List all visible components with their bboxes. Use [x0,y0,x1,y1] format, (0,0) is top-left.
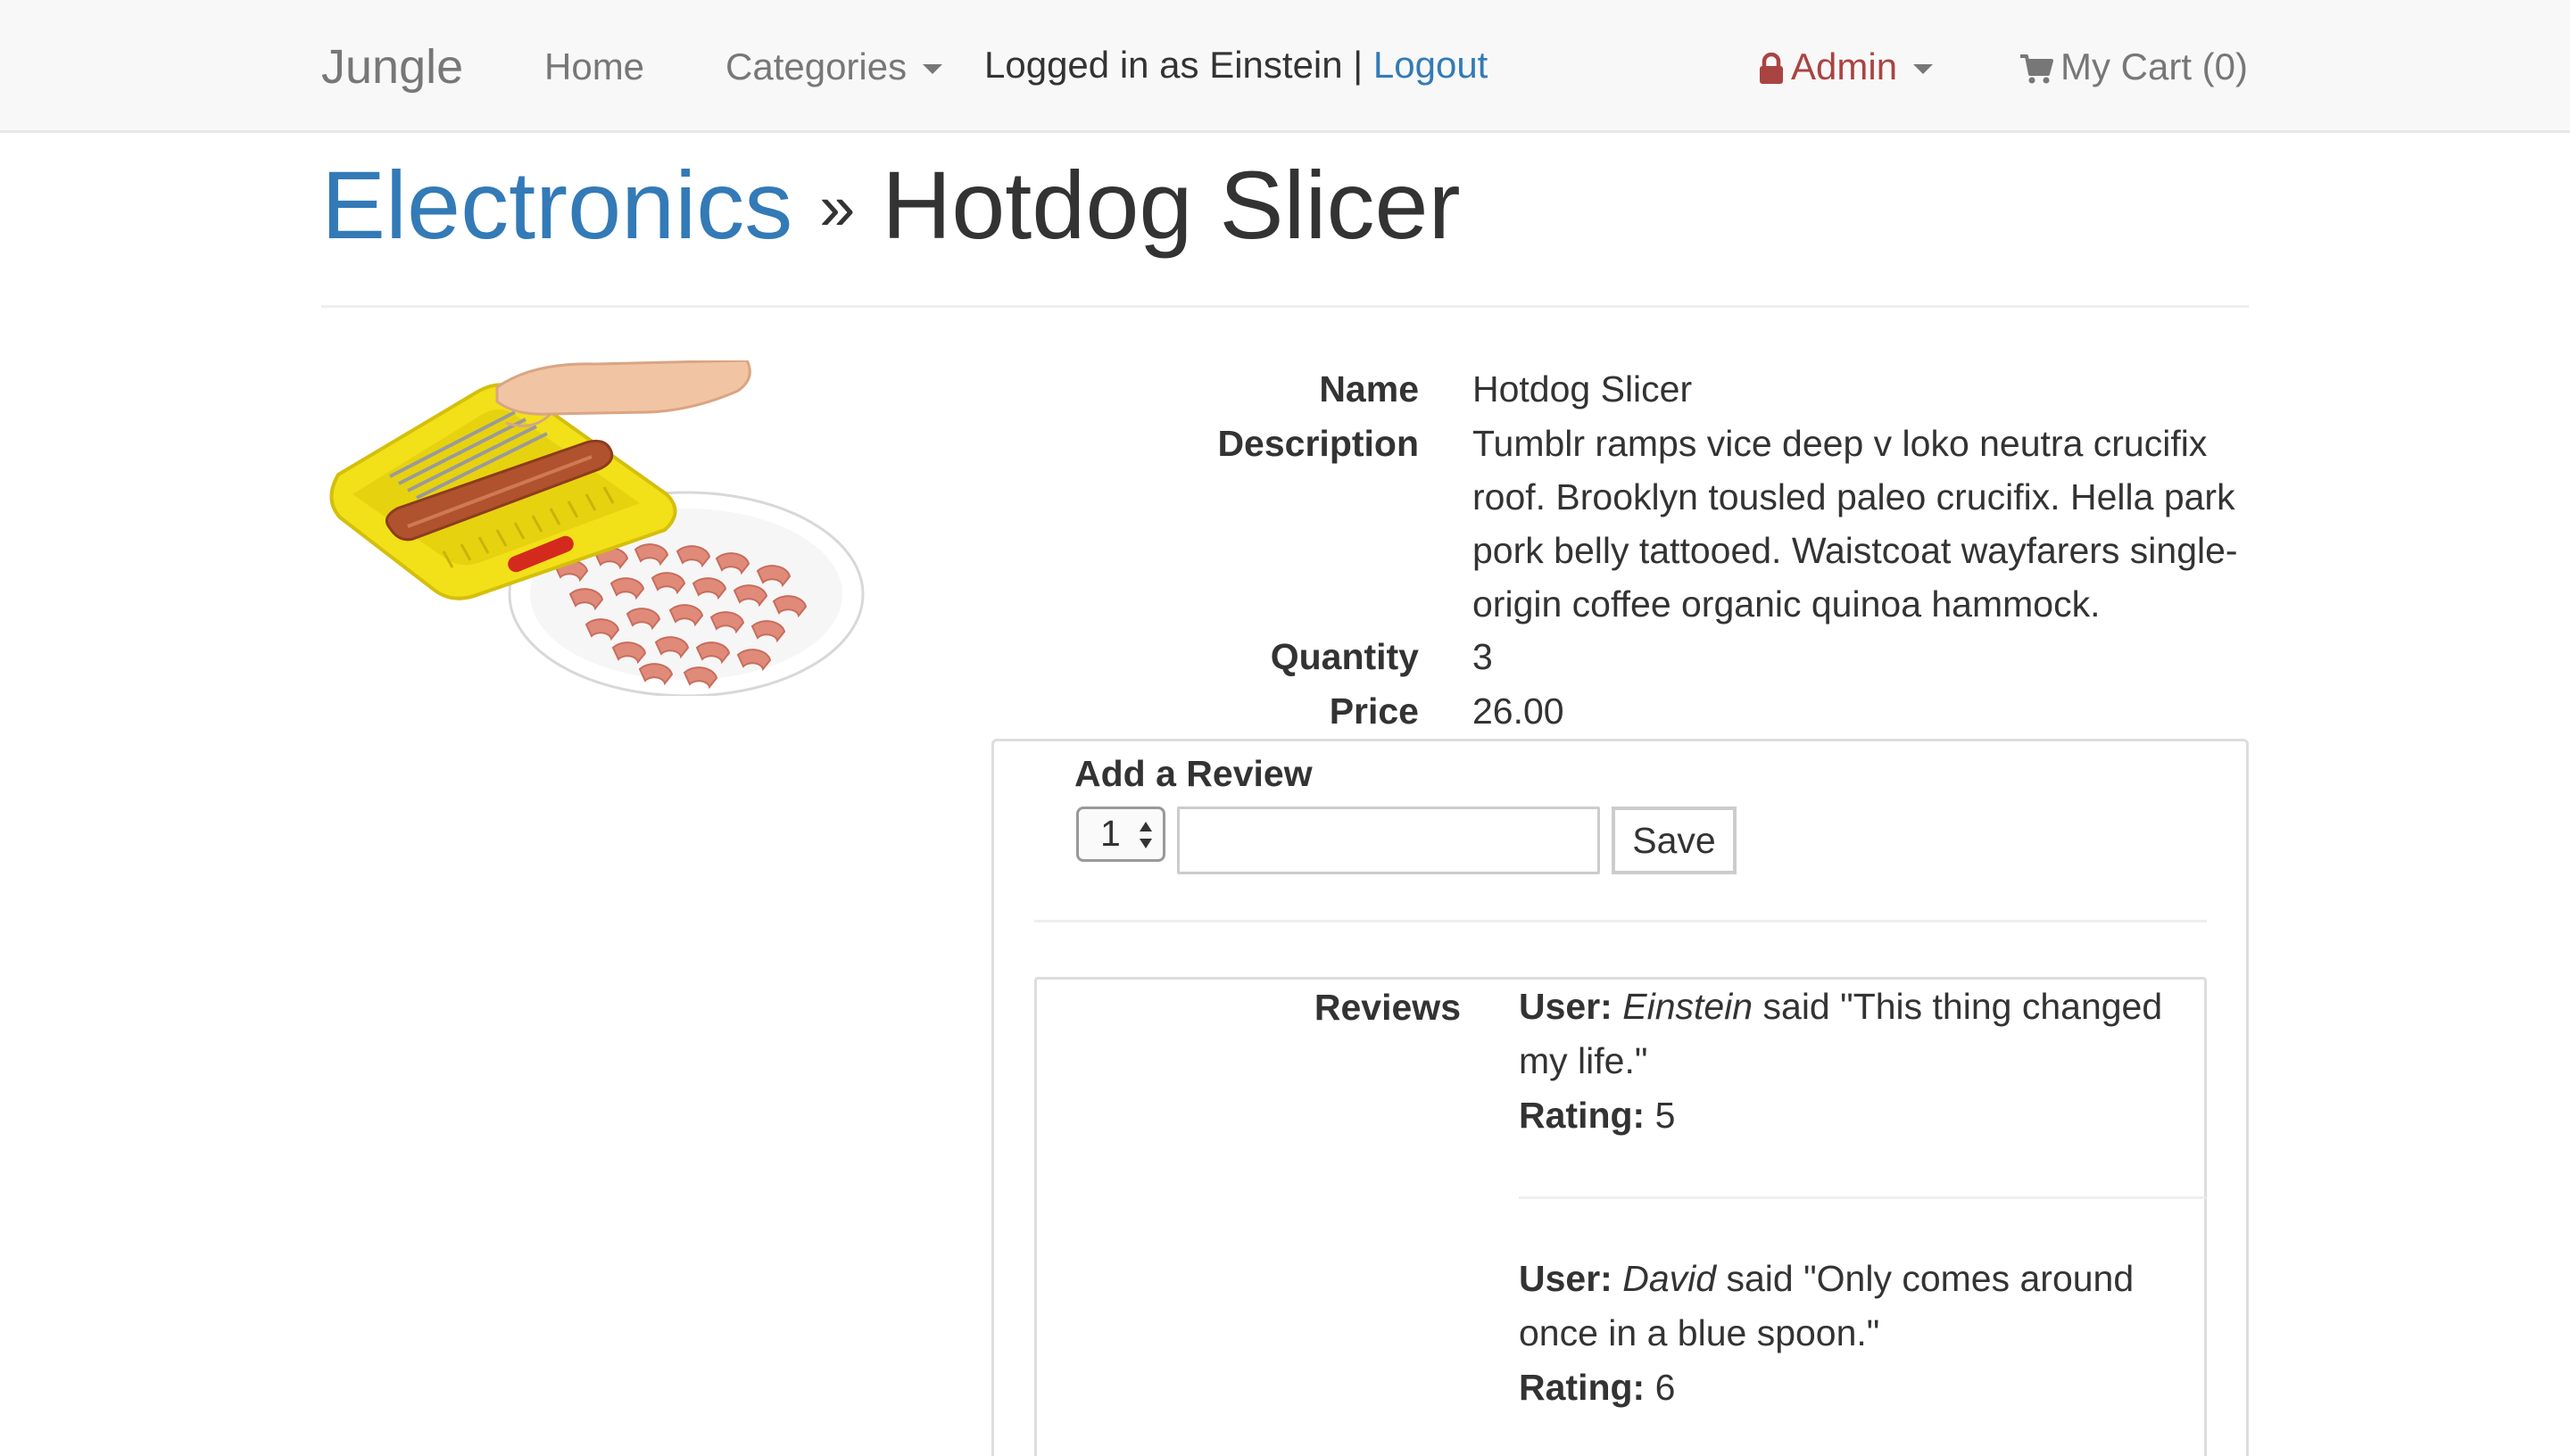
logged-in-text: Logged in as Einstein | [984,44,1364,86]
lock-icon [1760,53,1783,84]
review-said: said [1762,986,1830,1027]
divider [1034,920,2207,922]
review-user-prefix: User: [1519,1258,1612,1299]
navbar: Jungle Home Categories Logged in as Eins… [0,0,2570,133]
chevron-down-icon [1913,64,1934,75]
page-title: Electronics » Hotdog Slicer [321,147,2249,266]
product-description-value: Tumblr ramps vice deep v loko neutra cru… [1472,423,2238,625]
product-name-label: Name [1319,368,1419,410]
product-quantity-value: 3 [1472,636,1493,677]
product-price-label: Price [1329,691,1419,732]
rating-select[interactable]: 1 [1076,807,1165,862]
chevron-down-icon [923,64,943,75]
review-text-input[interactable] [1177,807,1600,874]
reviews-list: Reviews User: Einstein said "This thing … [1034,977,2207,1456]
product-price-value: 26.00 [1472,691,1564,732]
product-description-label: Description [1217,423,1419,464]
nav-admin-label: Admin [1791,46,1898,87]
review-rating: 5 [1654,1095,1676,1136]
select-arrows-icon [1140,822,1152,848]
nav-admin-dropdown[interactable]: Admin [1759,45,1934,89]
brand-link[interactable]: Jungle [321,39,463,95]
breadcrumb-product: Hotdog Slicer [882,151,1461,259]
review-rating-prefix: Rating: [1519,1367,1646,1408]
logged-in-status: Logged in as Einstein | Logout [984,43,1488,87]
review-panel: Add a Review 1 Save Reviews User: Einste… [991,739,2249,1456]
product-name-value: Hotdog Slicer [1472,368,1693,410]
review-user: David [1622,1258,1717,1299]
review-text: "This thing changed my life." [1519,986,2163,1081]
review-item: User: Einstein said "This thing changed … [1519,980,2197,1143]
breadcrumb-separator: » [819,172,856,244]
review-said: said [1726,1258,1794,1299]
nav-cart-label: My Cart (0) [2060,46,2248,87]
save-review-button[interactable]: Save [1612,807,1737,874]
nav-categories-label: Categories [725,46,908,87]
product-quantity-label: Quantity [1270,636,1419,677]
nav-cart-link[interactable]: My Cart (0) [2019,45,2248,89]
nav-categories-dropdown[interactable]: Categories [725,45,943,89]
navbar-inner: Jungle Home Categories Logged in as Eins… [321,0,2249,133]
review-user: Einstein [1622,986,1753,1027]
review-item: User: David said "Only comes around once… [1519,1252,2197,1415]
logout-link[interactable]: Logout [1373,44,1488,86]
nav-home-link[interactable]: Home [544,45,644,89]
rating-select-value: 1 [1100,813,1121,854]
review-divider [1519,1196,2206,1199]
shopping-cart-icon [2020,54,2053,84]
reviews-label: Reviews [1314,987,1461,1028]
review-user-prefix: User: [1519,986,1612,1027]
review-rating-prefix: Rating: [1519,1095,1646,1136]
product-image [329,360,865,696]
review-rating: 6 [1654,1367,1676,1408]
page-header: Electronics » Hotdog Slicer [321,147,2249,308]
breadcrumb-category-link[interactable]: Electronics [321,151,792,259]
add-review-title: Add a Review [1074,753,1313,794]
